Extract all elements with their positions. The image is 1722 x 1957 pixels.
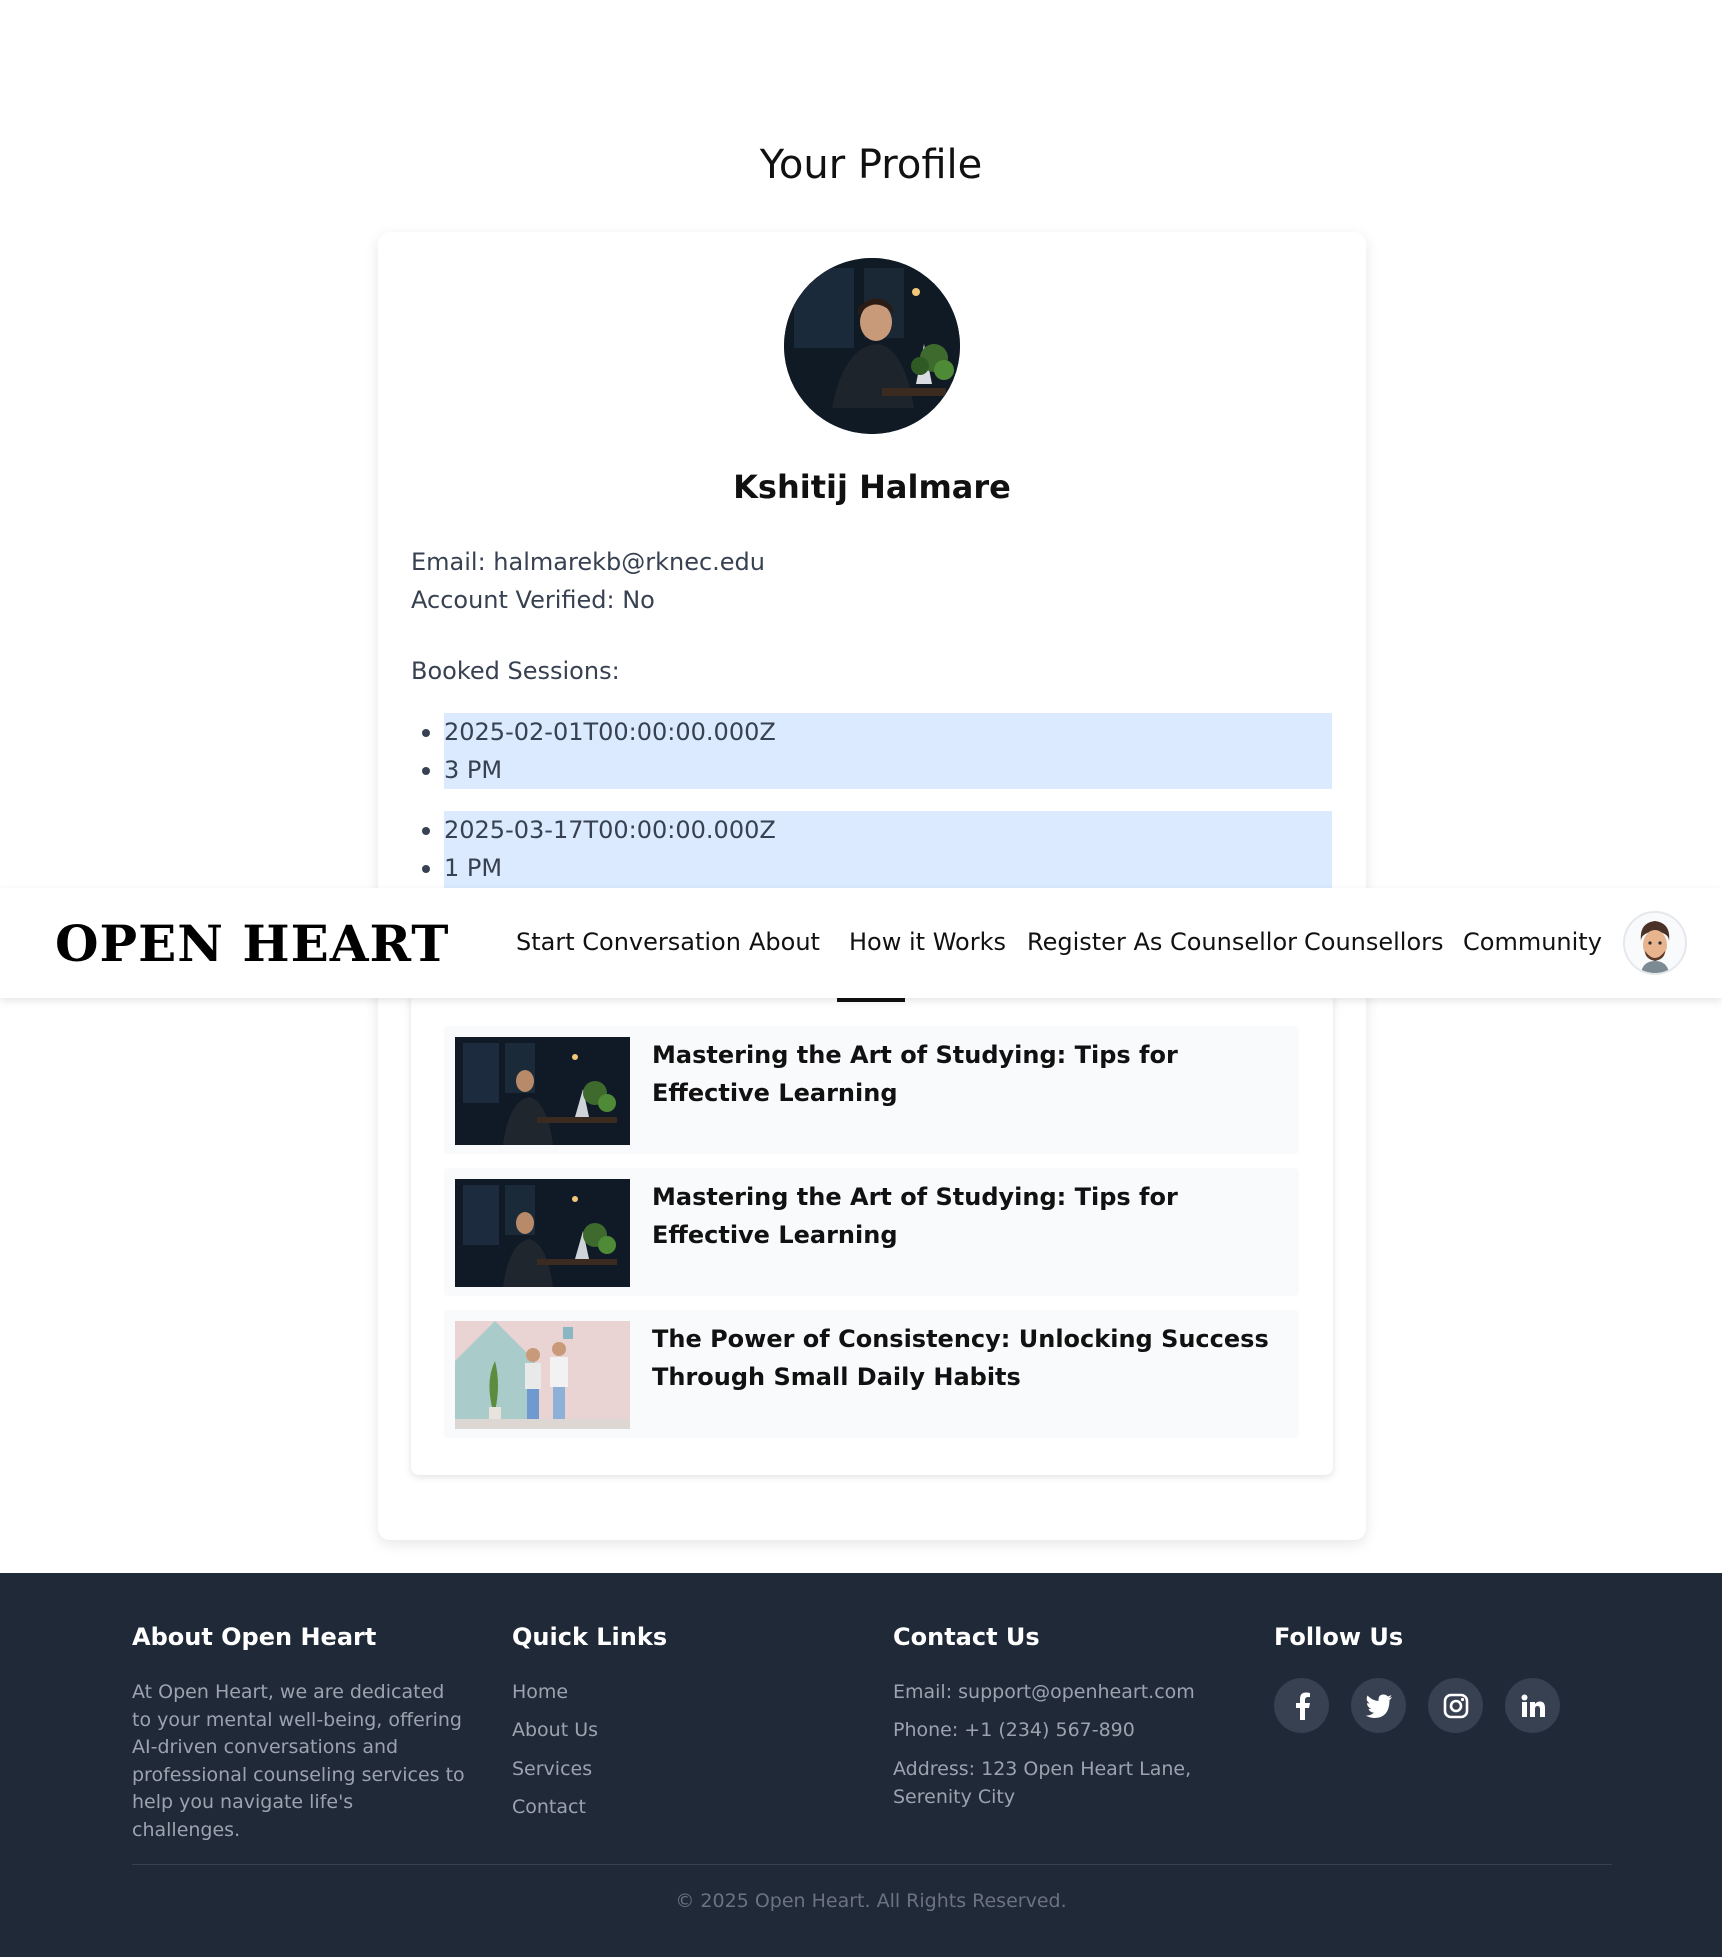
- email-info: Email: halmarekb@rknec.edu: [411, 548, 765, 576]
- linkedin-icon[interactable]: [1505, 1678, 1560, 1733]
- night-study-image: [455, 1037, 630, 1145]
- navbar: OPEN HEART Start Conversation About How …: [0, 888, 1722, 998]
- copyright-text: © 2025 Open Heart. All Rights Reserved.: [675, 1890, 1067, 1912]
- blog-title[interactable]: The Power of Consistency: Unlocking Succ…: [652, 1320, 1272, 1396]
- nav-about[interactable]: About: [749, 928, 820, 956]
- footer-link-about-us[interactable]: About Us: [512, 1719, 598, 1741]
- booked-sessions-label: Booked Sessions:: [411, 657, 620, 685]
- session-date: 2025-02-01T00:00:00.000Z: [422, 713, 1332, 751]
- blog-card[interactable]: Mastering the Art of Studying: Tips for …: [444, 1168, 1299, 1296]
- twitter-icon[interactable]: [1351, 1678, 1406, 1733]
- blog-title[interactable]: Mastering the Art of Studying: Tips for …: [652, 1036, 1272, 1112]
- session-date: 2025-03-17T00:00:00.000Z: [422, 811, 1332, 849]
- footer-follow-heading: Follow Us: [1274, 1623, 1404, 1651]
- nav-register-counsellor[interactable]: Register As Counsellor: [1027, 928, 1297, 956]
- facebook-icon[interactable]: [1274, 1678, 1329, 1733]
- nav-how-it-works[interactable]: How it Works: [849, 928, 1006, 956]
- night-study-image: [455, 1179, 630, 1287]
- brand-logo[interactable]: OPEN HEART: [55, 914, 449, 973]
- blog-card[interactable]: The Power of Consistency: Unlocking Succ…: [444, 1310, 1299, 1438]
- section-underline: [837, 998, 905, 1002]
- footer-contact-email: Email: support@openheart.com: [893, 1681, 1195, 1703]
- blog-card[interactable]: Mastering the Art of Studying: Tips for …: [444, 1026, 1299, 1154]
- footer-link-contact[interactable]: Contact: [512, 1796, 586, 1818]
- user-avatar-icon[interactable]: [1623, 911, 1687, 975]
- profile-avatar: [784, 258, 960, 434]
- session-item: 2025-03-17T00:00:00.000Z 1 PM: [422, 811, 1332, 888]
- nav-community[interactable]: Community: [1463, 928, 1602, 956]
- footer-contact-address: Address: 123 Open Heart Lane, Serenity C…: [893, 1758, 1192, 1808]
- nav-start-conversation[interactable]: Start Conversation: [516, 928, 741, 956]
- blog-title[interactable]: Mastering the Art of Studying: Tips for …: [652, 1178, 1272, 1254]
- footer-divider: [132, 1864, 1612, 1865]
- verified-info: Account Verified: No: [411, 586, 655, 614]
- nav-counsellors[interactable]: Counsellors: [1304, 928, 1444, 956]
- instagram-icon[interactable]: [1428, 1678, 1483, 1733]
- page-title: Your Profile: [759, 142, 983, 188]
- session-item: 2025-02-01T00:00:00.000Z 3 PM: [422, 713, 1332, 789]
- session-time: 1 PM: [422, 849, 1332, 887]
- footer-link-home[interactable]: Home: [512, 1681, 568, 1703]
- footer-quick-links-heading: Quick Links: [512, 1623, 668, 1651]
- footer-contact-heading: Contact Us: [893, 1623, 1040, 1651]
- footer-about-text: At Open Heart, we are dedicated to your …: [132, 1681, 465, 1841]
- footer-about-heading: About Open Heart: [132, 1623, 377, 1651]
- footer-contact-phone: Phone: +1 (234) 567-890: [893, 1719, 1135, 1741]
- user-name: Kshitij Halmare: [733, 468, 1011, 506]
- couple-portrait-image: [455, 1321, 630, 1429]
- footer-link-services[interactable]: Services: [512, 1758, 592, 1780]
- session-time: 3 PM: [422, 751, 1332, 789]
